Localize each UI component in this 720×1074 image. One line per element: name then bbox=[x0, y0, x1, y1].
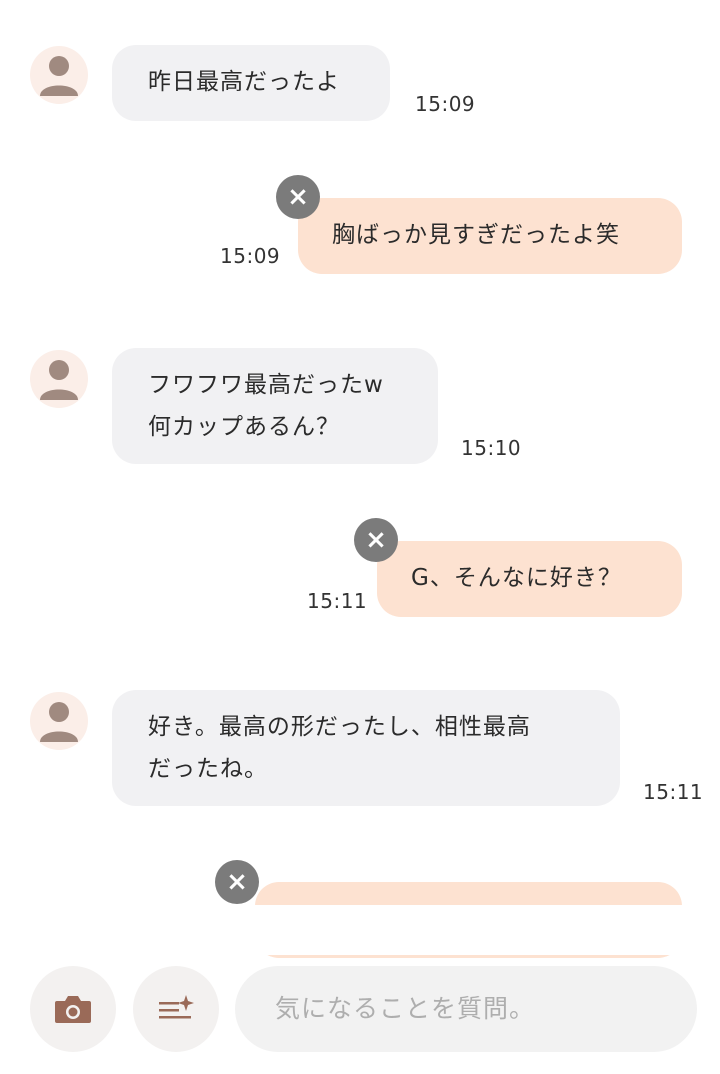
close-icon[interactable]: × bbox=[354, 518, 398, 562]
avatar[interactable] bbox=[30, 46, 88, 104]
message-time: 15:09 bbox=[415, 92, 476, 116]
message-time: 15:11 bbox=[307, 589, 368, 613]
avatar[interactable] bbox=[30, 350, 88, 408]
person-icon bbox=[40, 360, 78, 400]
close-icon[interactable]: × bbox=[276, 175, 320, 219]
scroll-fade bbox=[0, 905, 720, 955]
avatar[interactable] bbox=[30, 692, 88, 750]
outgoing-message-bubble[interactable]: G、そんなに好き？ bbox=[377, 541, 682, 617]
close-icon[interactable]: × bbox=[215, 860, 259, 904]
person-icon bbox=[40, 702, 78, 742]
message-time: 15:09 bbox=[220, 244, 281, 268]
message-time: 15:11 bbox=[643, 780, 704, 804]
person-icon bbox=[40, 56, 78, 96]
suggestion-button[interactable] bbox=[133, 966, 219, 1052]
sparkle-list-icon bbox=[159, 995, 194, 1019]
incoming-message-bubble[interactable]: フワフワ最高だったw 何カップあるん？ bbox=[112, 348, 438, 464]
outgoing-message-bubble[interactable]: 胸ばっか見すぎだったよ笑 bbox=[298, 198, 682, 274]
incoming-message-bubble[interactable]: 昨日最高だったよ bbox=[112, 45, 390, 121]
camera-icon bbox=[55, 996, 91, 1023]
message-time: 15:10 bbox=[461, 436, 522, 460]
camera-button[interactable] bbox=[30, 966, 116, 1052]
question-input[interactable]: 気になることを質問。 bbox=[235, 966, 697, 1052]
incoming-message-bubble[interactable]: 好き。最高の形だったし、相性最高 だったね。 bbox=[112, 690, 620, 806]
